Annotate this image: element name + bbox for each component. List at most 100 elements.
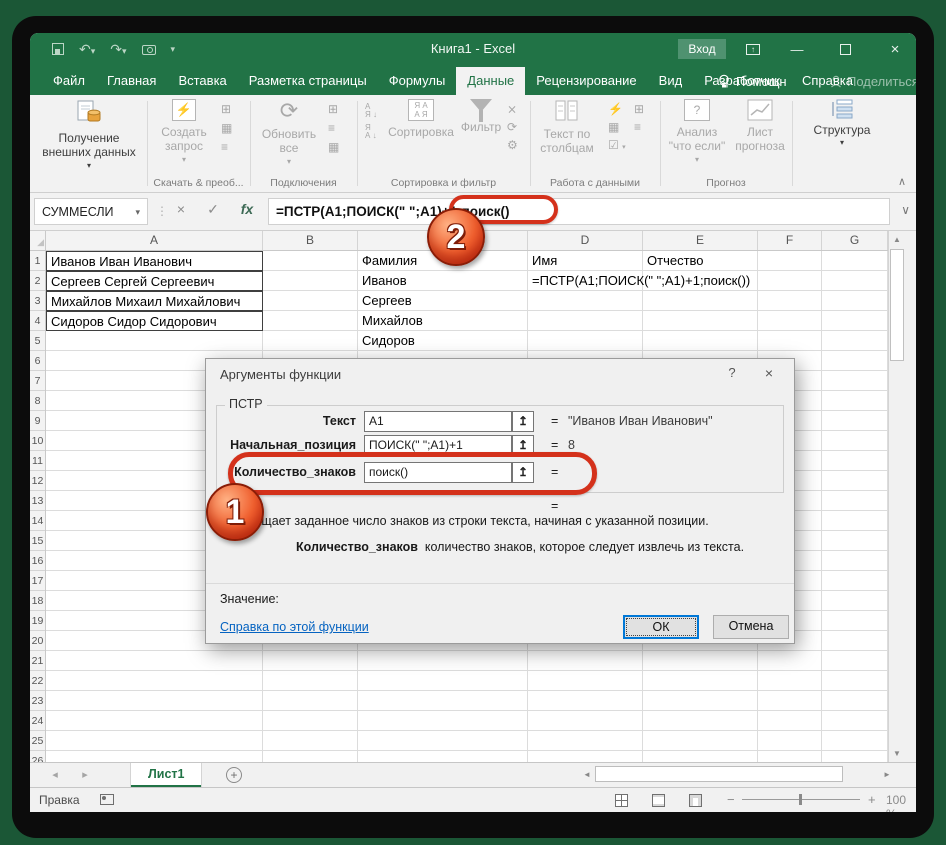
consolidate-icon[interactable]: ⊞ <box>634 103 644 115</box>
macro-record-icon[interactable] <box>100 794 114 805</box>
select-all-corner[interactable]: ◢ <box>30 231 46 251</box>
row-header-17[interactable]: 17 <box>30 571 45 591</box>
cell-C5[interactable]: Сидоров <box>358 331 528 351</box>
row-header-6[interactable]: 6 <box>30 351 45 371</box>
row-header-3[interactable]: 3 <box>30 291 45 311</box>
sort-az-icon[interactable]: АЯ ↓ <box>365 103 377 119</box>
horizontal-scroll-thumb[interactable] <box>595 766 843 782</box>
row-header-9[interactable]: 9 <box>30 411 45 431</box>
scroll-down-icon[interactable]: ▼ <box>889 745 905 762</box>
vertical-scrollbar[interactable]: ▲ ▼ <box>888 231 905 762</box>
close-button[interactable]: × <box>878 33 912 65</box>
recent-sources-icon[interactable]: ≡ <box>221 141 232 153</box>
share-button[interactable]: Поделиться <box>830 67 916 95</box>
tab-Вид[interactable]: Вид <box>648 67 694 95</box>
forecast-sheet-button[interactable]: Лист прогноза <box>732 99 788 154</box>
formula-bar-resizer[interactable]: ⋮ <box>156 204 168 218</box>
flash-fill-icon[interactable]: ⚡ <box>608 103 626 115</box>
text-to-columns-button[interactable]: Текст по столбцам <box>534 99 600 156</box>
sort-za-icon[interactable]: ЯА ↓ <box>365 124 377 140</box>
cell-A2[interactable]: Сергеев Сергей Сергеевич <box>46 271 263 291</box>
ribbon-display-options-icon[interactable]: ↑ <box>736 33 770 65</box>
enter-entry-icon[interactable]: ✓ <box>200 201 226 218</box>
new-query-button[interactable]: ⚡ Создать запрос ▾ <box>153 99 215 164</box>
from-table-icon[interactable]: ▦ <box>221 122 232 134</box>
sort-button[interactable]: Я АА Я Сортировка <box>387 99 455 139</box>
dialog-close-icon[interactable]: × <box>758 365 780 381</box>
row-header-4[interactable]: 4 <box>30 311 45 331</box>
row-header-19[interactable]: 19 <box>30 611 45 631</box>
sheet-nav-left-icon[interactable]: ◂ <box>44 763 66 787</box>
row-header-12[interactable]: 12 <box>30 471 45 491</box>
cancel-button[interactable]: Отмена <box>713 615 789 639</box>
relationships-icon[interactable]: ≡ <box>634 121 644 133</box>
column-header-D[interactable]: D <box>528 231 643 250</box>
zoom-level[interactable]: 100 % <box>886 793 916 812</box>
column-header-B[interactable]: B <box>263 231 358 250</box>
what-if-analysis-button[interactable]: ? Анализ "что если" ▾ <box>664 99 730 164</box>
cell-A4[interactable]: Сидоров Сидор Сидорович <box>46 311 263 331</box>
scroll-right-icon[interactable]: ► <box>880 765 894 784</box>
row-header-24[interactable]: 24 <box>30 711 45 731</box>
function-help-link[interactable]: Справка по этой функции <box>220 620 369 634</box>
column-header-G[interactable]: G <box>822 231 888 250</box>
row-header-21[interactable]: 21 <box>30 651 45 671</box>
row-header-8[interactable]: 8 <box>30 391 45 411</box>
reapply-filter-icon[interactable]: ⟳ <box>507 121 518 133</box>
cell-C3[interactable]: Сергеев <box>358 291 528 311</box>
show-queries-icon[interactable]: ⊞ <box>221 103 232 115</box>
tab-Главная[interactable]: Главная <box>96 67 167 95</box>
row-header-20[interactable]: 20 <box>30 631 45 651</box>
sign-in-button[interactable]: Вход <box>678 39 726 59</box>
column-header-E[interactable]: E <box>643 231 758 250</box>
cell-D1[interactable]: Имя <box>528 251 643 271</box>
column-header-A[interactable]: A <box>46 231 263 250</box>
sheet-tab-list1[interactable]: Лист1 <box>130 763 202 787</box>
tab-Файл[interactable]: Файл <box>42 67 96 95</box>
row-header-11[interactable]: 11 <box>30 451 45 471</box>
collapse-ribbon-icon[interactable]: ∧ <box>898 175 906 188</box>
row-header-15[interactable]: 15 <box>30 531 45 551</box>
arg-input-text[interactable]: А1 <box>364 411 512 432</box>
tab-Разметка страницы[interactable]: Разметка страницы <box>238 67 378 95</box>
row-header-13[interactable]: 13 <box>30 491 45 511</box>
row-header-5[interactable]: 5 <box>30 331 45 351</box>
row-header-2[interactable]: 2 <box>30 271 45 291</box>
formula-input[interactable]: =ПСТР(А1;ПОИСК(" ";А1)+1;поиск() <box>268 198 890 225</box>
row-header-1[interactable]: 1 <box>30 251 45 271</box>
column-header-F[interactable]: F <box>758 231 822 250</box>
vertical-scroll-thumb[interactable] <box>890 249 904 361</box>
minimize-button[interactable]: — <box>780 33 814 65</box>
clear-filter-icon[interactable]: ⨯ <box>507 103 518 115</box>
tab-Рецензирование[interactable]: Рецензирование <box>525 67 647 95</box>
page-layout-view-icon[interactable] <box>652 794 665 807</box>
advanced-filter-icon[interactable]: ⚙ <box>507 139 518 151</box>
scroll-up-icon[interactable]: ▲ <box>889 231 905 248</box>
tab-Формулы[interactable]: Формулы <box>378 67 457 95</box>
edit-links-icon[interactable]: ▦ <box>328 141 339 153</box>
insert-function-icon[interactable]: fx <box>234 201 260 217</box>
cell-C4[interactable]: Михайлов <box>358 311 528 331</box>
row-header-16[interactable]: 16 <box>30 551 45 571</box>
tab-Данные[interactable]: Данные <box>456 67 525 95</box>
cell-D2[interactable]: =ПСТР(А1;ПОИСК(" ";А1)+1;поиск()) <box>528 271 754 291</box>
zoom-slider-thumb[interactable] <box>799 794 802 805</box>
cell-E1[interactable]: Отчество <box>643 251 758 271</box>
refresh-all-button[interactable]: ⟳ Обновить все ▾ <box>258 99 320 166</box>
cancel-entry-icon[interactable]: × <box>168 201 194 217</box>
sheet-nav-right-icon[interactable]: ▸ <box>74 763 96 787</box>
row-header-26[interactable]: 26 <box>30 751 45 762</box>
row-header-10[interactable]: 10 <box>30 431 45 451</box>
get-external-data-button[interactable]: Получение внешних данных ▾ <box>40 99 138 170</box>
properties-icon[interactable]: ≡ <box>328 122 339 134</box>
connections-icon[interactable]: ⊞ <box>328 103 339 115</box>
row-header-25[interactable]: 25 <box>30 731 45 751</box>
cell-A1[interactable]: Иванов Иван Иванович <box>46 251 263 271</box>
zoom-out-icon[interactable]: − <box>727 792 735 807</box>
row-header-7[interactable]: 7 <box>30 371 45 391</box>
row-header-23[interactable]: 23 <box>30 691 45 711</box>
filter-button[interactable]: Фильтр <box>459 99 503 134</box>
row-header-14[interactable]: 14 <box>30 511 45 531</box>
zoom-in-icon[interactable]: + <box>868 792 876 807</box>
normal-view-icon[interactable] <box>615 794 628 807</box>
